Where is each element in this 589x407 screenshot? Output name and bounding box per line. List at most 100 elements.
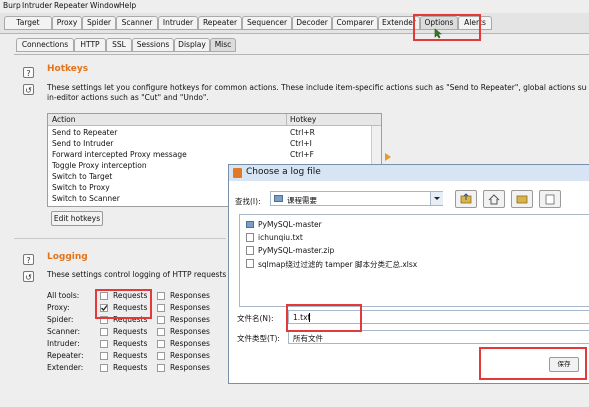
tab-repeater[interactable]: Repeater <box>198 16 242 30</box>
requests-checkbox[interactable] <box>100 352 108 360</box>
requests-checkbox[interactable] <box>100 364 108 372</box>
filetype-value: 所有文件 <box>293 334 323 343</box>
highlight-save <box>479 347 587 380</box>
responses-checkbox[interactable] <box>157 340 165 348</box>
table-header: Action Hotkey <box>48 114 381 126</box>
tab-scanner[interactable]: Scanner <box>116 16 158 30</box>
tool-label: All tools: <box>47 291 80 300</box>
row-action: Switch to Proxy <box>52 183 110 192</box>
table-row[interactable]: Forward intercepted Proxy message Ctrl+F <box>48 149 381 160</box>
tab-decoder[interactable]: Decoder <box>292 16 332 30</box>
new-folder-button[interactable] <box>511 190 533 208</box>
responses-checkbox[interactable] <box>157 328 165 336</box>
table-row[interactable]: Send to Repeater Ctrl+R <box>48 127 381 138</box>
requests-checkbox[interactable] <box>100 340 108 348</box>
file-name: PyMySQL-master.zip <box>258 246 335 255</box>
responses-label: Responses <box>170 327 210 336</box>
list-view-button[interactable] <box>539 190 561 208</box>
responses-checkbox[interactable] <box>157 352 165 360</box>
tab-intruder[interactable]: Intruder <box>158 16 198 30</box>
logging-description: These settings control logging of HTTP r… <box>47 270 243 279</box>
menu-intruder[interactable]: Intruder <box>22 1 52 10</box>
restore-defaults-icon[interactable]: ↺ <box>23 84 34 95</box>
menu-window[interactable]: Window <box>90 1 120 10</box>
responses-checkbox[interactable] <box>157 304 165 312</box>
tab-sequencer[interactable]: Sequencer <box>242 16 292 30</box>
tab-spider[interactable]: Spider <box>82 16 116 30</box>
file-list[interactable]: PyMySQL-master ichunqiu.txt PyMySQL-master… <box>239 214 589 307</box>
column-hotkey[interactable]: Hotkey <box>290 115 316 124</box>
edit-hotkeys-button[interactable]: Edit hotkeys <box>51 211 103 226</box>
menu-repeater[interactable]: Repeater <box>54 1 88 10</box>
subtab-display[interactable]: Display <box>174 38 210 52</box>
row-action: Send to Intruder <box>52 139 114 148</box>
tool-label: Intruder: <box>47 339 80 348</box>
folder-icon <box>274 195 283 202</box>
tool-label: Proxy: <box>47 303 70 312</box>
subtab-misc[interactable]: Misc <box>210 38 236 52</box>
chevron-down-icon[interactable] <box>430 192 443 205</box>
file-icon <box>246 259 254 268</box>
section-divider <box>14 238 226 239</box>
menu-bar: Burp Intruder Repeater Window Help <box>0 0 589 12</box>
row-action: Switch to Scanner <box>52 194 120 203</box>
tab-comparer[interactable]: Comparer <box>332 16 378 30</box>
responses-label: Responses <box>170 303 210 312</box>
dialog-title: Choose a log file <box>246 167 321 177</box>
subtab-http[interactable]: HTTP <box>74 38 106 52</box>
row-action: Send to Repeater <box>52 128 118 137</box>
file-name: ichunqiu.txt <box>258 233 303 242</box>
file-icon <box>246 246 254 255</box>
up-folder-button[interactable] <box>455 190 477 208</box>
help-icon[interactable]: ? <box>23 254 34 265</box>
requests-label: Requests <box>113 339 148 348</box>
row-action: Switch to Target <box>52 172 113 181</box>
filetype-select[interactable]: 所有文件 <box>288 330 589 344</box>
tool-label: Scanner: <box>47 327 81 336</box>
filetype-label: 文件类型(T): <box>237 334 280 343</box>
row-hotkey: Ctrl+F <box>290 150 314 159</box>
responses-label: Responses <box>170 363 210 372</box>
filename-label: 文件名(N): <box>237 314 274 323</box>
tab-target[interactable]: Target <box>4 16 52 30</box>
highlight-proxy-requests <box>95 289 152 319</box>
responses-checkbox[interactable] <box>157 364 165 372</box>
java-icon <box>233 168 242 178</box>
main-tab-bar: Target Proxy Spider Scanner Intruder Rep… <box>0 13 589 34</box>
tool-label: Extender: <box>47 363 84 372</box>
column-action[interactable]: Action <box>52 115 76 124</box>
requests-label: Requests <box>113 363 148 372</box>
folder-icon <box>246 221 254 228</box>
responses-checkbox[interactable] <box>157 292 165 300</box>
hotkeys-description: These settings let you configure hotkeys… <box>47 83 587 92</box>
responses-label: Responses <box>170 351 210 360</box>
hotkeys-description-2: in-editor actions such as "Cut" and "Und… <box>47 93 209 102</box>
subtab-connections[interactable]: Connections <box>16 38 74 52</box>
logging-heading: Logging <box>47 252 88 262</box>
help-icon[interactable]: ? <box>23 67 34 78</box>
file-name: PyMySQL-master <box>258 220 322 229</box>
row-hotkey: Ctrl+R <box>290 128 315 137</box>
file-icon <box>246 233 254 242</box>
hotkeys-heading: Hotkeys <box>47 64 89 74</box>
responses-label: Responses <box>170 315 210 324</box>
sub-tab-bar: Connections HTTP SSL Sessions Display Mi… <box>14 36 589 55</box>
row-action: Forward intercepted Proxy message <box>52 150 187 159</box>
restore-defaults-icon[interactable]: ↺ <box>23 271 34 282</box>
requests-checkbox[interactable] <box>100 328 108 336</box>
row-hotkey: Ctrl+I <box>290 139 312 148</box>
lookin-select[interactable]: 课程需要 <box>270 191 443 206</box>
requests-label: Requests <box>113 351 148 360</box>
tool-label: Repeater: <box>47 351 84 360</box>
menu-help[interactable]: Help <box>119 1 136 10</box>
tab-proxy[interactable]: Proxy <box>52 16 82 30</box>
responses-checkbox[interactable] <box>157 316 165 324</box>
home-button[interactable] <box>483 190 505 208</box>
dialog-title-bar: Choose a log file <box>229 165 589 181</box>
table-row[interactable]: Send to Intruder Ctrl+I <box>48 138 381 149</box>
requests-label: Requests <box>113 327 148 336</box>
subtab-sessions[interactable]: Sessions <box>132 38 174 52</box>
row-action: Toggle Proxy interception <box>52 161 147 170</box>
menu-burp[interactable]: Burp <box>3 1 21 10</box>
subtab-ssl[interactable]: SSL <box>106 38 132 52</box>
